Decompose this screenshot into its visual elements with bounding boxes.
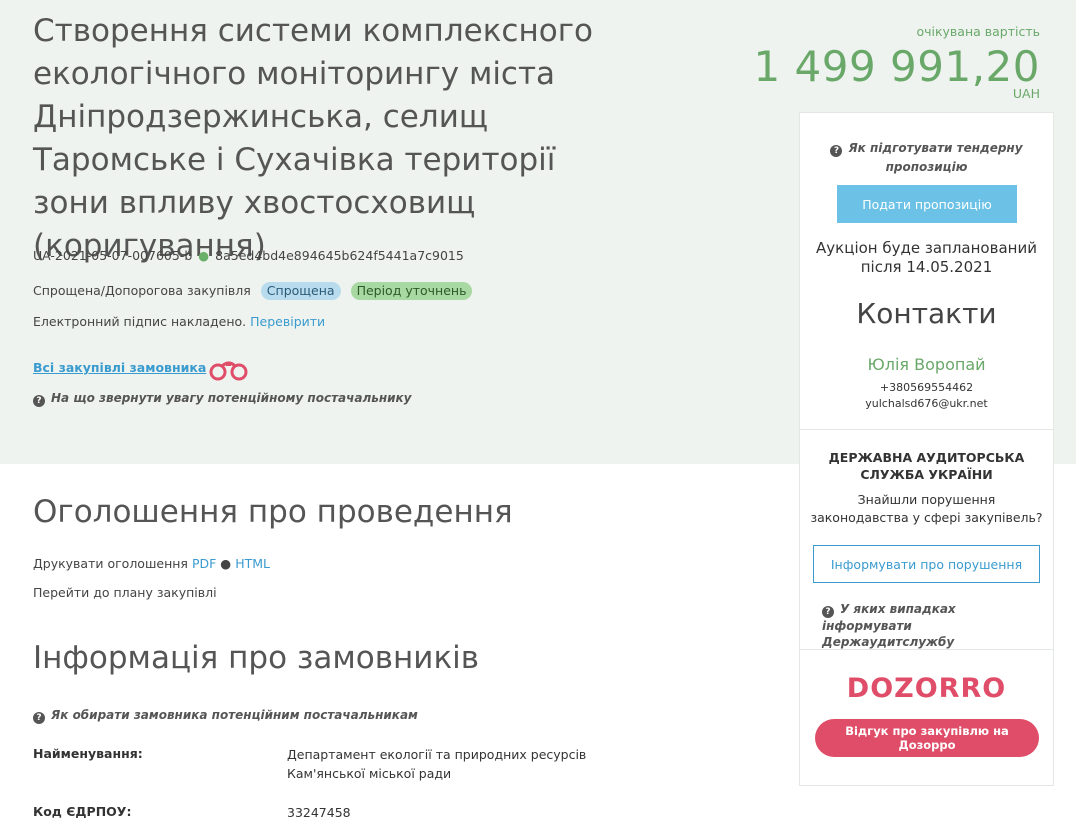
contact-name: Юлія Воропай [867, 355, 986, 374]
divider [800, 649, 1053, 650]
contact-email: yulchalsd676@ukr.net [865, 397, 988, 410]
audit-help-text: У яких випадках інформувати Держаудитслу… [822, 602, 956, 649]
binoculars-icon[interactable] [208, 358, 250, 382]
auction-info: Аукціон буде запланований після 14.05.20… [816, 239, 1037, 276]
all-purchases-link[interactable]: Всі закупівлі замовника [33, 360, 206, 375]
question-icon: ? [33, 712, 45, 724]
question-icon: ? [33, 395, 45, 407]
contact-phone: +380569554462 [879, 381, 974, 394]
propose-help[interactable]: ? Як підготувати тендерну пропозицію [800, 139, 1053, 177]
customer-name-value: Департамент екології та природних ресурс… [287, 745, 607, 783]
customer-code-label: Код ЄДРПОУ: [33, 804, 132, 819]
tender-id-line: UA-2021-05-07-007605-b ● 8a5ed4bd4e89464… [33, 248, 464, 263]
print-pdf-link[interactable]: PDF [192, 556, 216, 571]
customer-name-label: Найменування: [33, 746, 143, 761]
divider [800, 429, 1053, 430]
announcement-heading: Оголошення про проведення [33, 494, 513, 530]
dot-separator: ● [220, 556, 232, 571]
question-icon: ? [830, 145, 843, 157]
report-violation-button[interactable]: Інформувати про порушення [813, 545, 1040, 583]
customers-heading: Інформація про замовників [33, 640, 480, 676]
tender-hash: 8a5ed4bd4e894645b624f5441a7c9015 [215, 248, 464, 263]
dozorro-feedback-button[interactable]: Відгук про закупівлю на Дозорро [815, 719, 1039, 757]
contacts-title: Контакти [856, 297, 997, 330]
customer-name-line-2: Кам'янської міської ради [287, 766, 452, 781]
tender-title: Створення системи комплексного екологічн… [33, 13, 593, 264]
customer-help-text: Як обирати замовника потенційним постача… [51, 708, 418, 722]
customer-name-line-1: Департамент екології та природних ресурс… [287, 747, 587, 762]
signature-line: Електронний підпис накладено. Перевірити [33, 314, 325, 329]
price-currency: UAH [1012, 86, 1040, 101]
customer-code-value: 33247458 [287, 805, 351, 820]
audit-service-title: ДЕРЖАВНА АУДИТОРСЬКА СЛУЖБА УКРАЇНИ [828, 450, 1025, 482]
tender-id: UA-2021-05-07-007605-b [33, 248, 193, 263]
audit-help[interactable]: ? У яких випадках інформувати Держаудитсл… [822, 601, 1042, 650]
procurement-plan-link[interactable]: Перейти до плану закупівлі [33, 585, 217, 600]
print-html-link[interactable]: HTML [235, 556, 270, 571]
status-badge-period: Період уточнень [350, 282, 473, 300]
audit-service-text: Знайшли порушення законодавства у сфері … [810, 492, 1043, 525]
signature-text: Електронний підпис накладено. [33, 314, 247, 329]
dozorro-logo: DOZORRO [846, 673, 1007, 704]
print-label: Друкувати оголошення [33, 556, 188, 571]
status-badge-simplified: Спрощена [260, 282, 341, 300]
verify-signature-link[interactable]: Перевірити [250, 314, 325, 329]
price-value: 1 499 991,20 [753, 42, 1040, 91]
propose-help-text: Як підготувати тендерну пропозицію [848, 141, 1023, 174]
question-icon: ? [822, 606, 834, 618]
print-announcement-line: Друкувати оголошення PDF ● HTML [33, 556, 270, 571]
submit-proposal-button[interactable]: Подати пропозицію [837, 185, 1017, 223]
procedure-type: Спрощена/Допорогова закупівля [33, 283, 251, 298]
procedure-line: Спрощена/Допорогова закупівля Спрощена П… [33, 282, 473, 300]
attention-help[interactable]: ? На що звернути увагу потенційному поста… [33, 391, 412, 407]
price-label: очікувана вартість [916, 24, 1040, 39]
customer-help[interactable]: ? Як обирати замовника потенційним постач… [33, 708, 418, 724]
dot-icon: ● [198, 248, 210, 263]
attention-help-text: На що звернути увагу потенційному постач… [51, 391, 412, 405]
side-panel: ? Як підготувати тендерну пропозицію Пода… [799, 112, 1054, 786]
